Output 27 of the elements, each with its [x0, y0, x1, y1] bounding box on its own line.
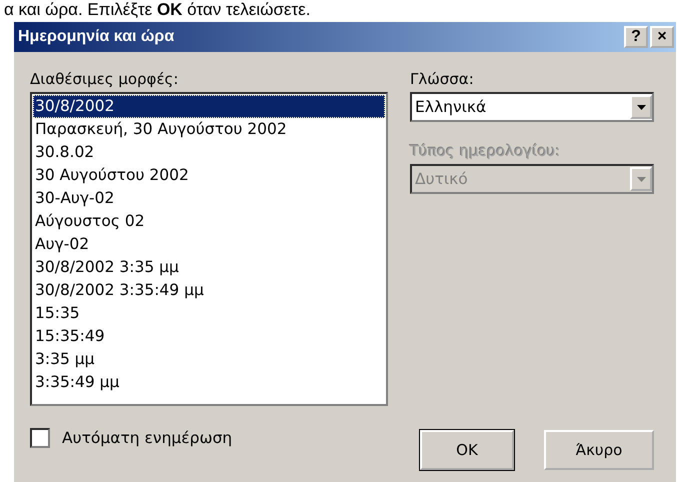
dialog-button[interactable]: Άκυρο	[544, 430, 654, 470]
list-item[interactable]: Αύγουστος 02	[33, 210, 385, 233]
dialog-button[interactable]: OK	[420, 430, 514, 470]
checkbox[interactable]	[30, 428, 50, 448]
list-item[interactable]: 3:35 μμ	[33, 348, 385, 371]
list-item[interactable]: Αυγ-02	[33, 233, 385, 256]
checkbox-label: Αυτόματη ενημέρωση	[62, 429, 232, 447]
window-title: Ημερομηνία και ώρα	[18, 28, 176, 46]
list-item[interactable]: 30/8/2002 3:35 μμ	[33, 256, 385, 279]
field-label: Διαθέσιμες μορφές:	[30, 70, 180, 88]
list-item[interactable]: 15:35:49	[33, 325, 385, 348]
dropdown-arrow-icon	[636, 104, 646, 110]
list-item[interactable]: 30/8/2002	[33, 95, 385, 118]
field-label: Γλώσσα:	[410, 70, 475, 88]
close-button[interactable]: ×	[650, 26, 674, 48]
list-item[interactable]: 30/8/2002 3:35:49 μμ	[33, 279, 385, 302]
list-item[interactable]: 3:35:49 μμ	[33, 371, 385, 394]
list-item[interactable]: 30-Αυγ-02	[33, 187, 385, 210]
list-item[interactable]: 30 Αυγούστου 2002	[33, 164, 385, 187]
dropdown[interactable]: Ελληνικά	[410, 92, 654, 122]
dropdown-arrow-icon	[636, 176, 646, 182]
list-item[interactable]: 30.8.02	[33, 141, 385, 164]
caption-text: α και ώρα. Επιλέξτε OK όταν τελειώσετε.	[3, 0, 312, 20]
field-label: Τύπος ημερολογίου:	[410, 142, 562, 160]
help-button[interactable]: ?	[624, 26, 648, 48]
list-item[interactable]: Παρασκευή, 30 Αυγούστου 2002	[33, 118, 385, 141]
list-item[interactable]: 15:35	[33, 302, 385, 325]
